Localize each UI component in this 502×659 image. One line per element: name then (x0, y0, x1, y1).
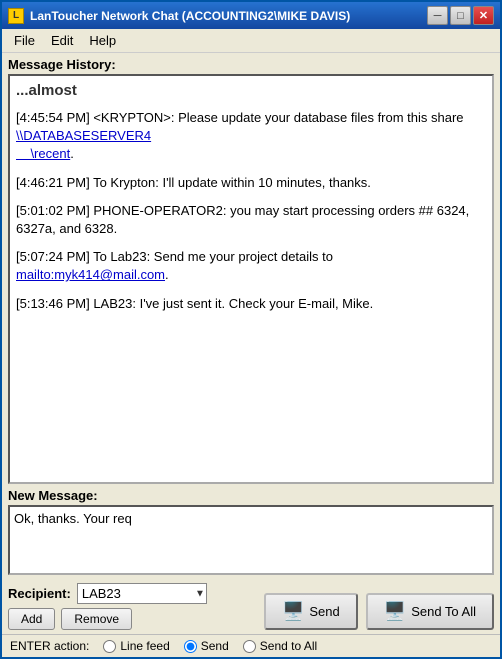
enter-action-sendall-option[interactable]: Send to All (243, 639, 317, 653)
menu-edit[interactable]: Edit (43, 31, 81, 50)
enter-action-label: ENTER action: (10, 639, 89, 653)
message-entry-5: [5:13:46 PM] LAB23: I've just sent it. C… (16, 295, 486, 313)
title-bar: L LanToucher Network Chat (ACCOUNTING2\M… (2, 2, 500, 29)
enter-linefeed-label: Line feed (120, 639, 169, 653)
enter-send-radio[interactable] (184, 640, 197, 653)
send-to-all-button[interactable]: 🖥️ Send To All (366, 593, 494, 630)
enter-sendall-radio[interactable] (243, 640, 256, 653)
recipient-combo-wrapper: LAB23 KRYPTON PHONE-OPERATOR2 All ▼ (77, 583, 207, 604)
msg5-text: [5:13:46 PM] LAB23: I've just sent it. C… (16, 296, 373, 311)
app-icon: L (8, 8, 24, 24)
send-all-icon: 🖥️ (384, 601, 406, 622)
enter-linefeed-radio[interactable] (103, 640, 116, 653)
remove-button[interactable]: Remove (61, 608, 132, 630)
send-button-label: Send (309, 604, 339, 619)
message-history-label: Message History: (8, 57, 494, 72)
send-button[interactable]: 🖥️ Send (264, 593, 358, 630)
message-entry-2: [4:46:21 PM] To Krypton: I'll update wit… (16, 174, 486, 192)
bottom-controls: Recipient: LAB23 KRYPTON PHONE-OPERATOR2… (8, 583, 494, 630)
right-controls: 🖥️ Send 🖥️ Send To All (264, 593, 494, 630)
add-button[interactable]: Add (8, 608, 55, 630)
menu-help[interactable]: Help (81, 31, 124, 50)
msg2-text: [4:46:21 PM] To Krypton: I'll update wit… (16, 175, 371, 190)
message-entry-1: [4:45:54 PM] <KRYPTON>: Please update yo… (16, 109, 486, 164)
recipient-row: Recipient: LAB23 KRYPTON PHONE-OPERATOR2… (8, 583, 207, 604)
new-message-label: New Message: (8, 488, 494, 503)
left-controls: Recipient: LAB23 KRYPTON PHONE-OPERATOR2… (8, 583, 207, 630)
recipient-label: Recipient: (8, 586, 71, 601)
main-window: L LanToucher Network Chat (ACCOUNTING2\M… (0, 0, 502, 659)
maximize-button[interactable]: □ (450, 6, 471, 25)
menu-bar: File Edit Help (2, 29, 500, 53)
msg1-link[interactable]: \\DATABASESERVER4 \recent (16, 128, 151, 161)
new-message-section: New Message: Ok, thanks. Your req (8, 488, 494, 575)
add-remove-row: Add Remove (8, 608, 207, 630)
enter-action-linefeed-option[interactable]: Line feed (103, 639, 169, 653)
close-button[interactable]: ✕ (473, 6, 494, 25)
msg4-text: [5:07:24 PM] To Lab23: Send me your proj… (16, 249, 333, 264)
enter-sendall-label: Send to All (260, 639, 317, 653)
title-bar-left: L LanToucher Network Chat (ACCOUNTING2\M… (8, 8, 350, 24)
msg4-link[interactable]: mailto:myk414@mail.com (16, 267, 165, 282)
main-content: Message History: ...almost [4:45:54 PM] … (2, 53, 500, 634)
message-entry-3: [5:01:02 PM] PHONE-OPERATOR2: you may st… (16, 202, 486, 238)
new-message-input[interactable]: Ok, thanks. Your req (8, 505, 494, 575)
window-title: LanToucher Network Chat (ACCOUNTING2\MIK… (30, 9, 350, 23)
enter-send-label: Send (201, 639, 229, 653)
msg1-suffix: . (70, 146, 74, 161)
send-to-all-button-label: Send To All (411, 604, 476, 619)
enter-action-bar: ENTER action: Line feed Send Send to All (2, 634, 500, 657)
msg3-text: [5:01:02 PM] PHONE-OPERATOR2: you may st… (16, 203, 469, 236)
menu-file[interactable]: File (6, 31, 43, 50)
msg-almost-text: ...almost (16, 80, 486, 101)
title-buttons: ─ □ ✕ (427, 6, 494, 25)
message-history-area[interactable]: ...almost [4:45:54 PM] <KRYPTON>: Please… (8, 74, 494, 484)
enter-action-send-option[interactable]: Send (184, 639, 229, 653)
recipient-select[interactable]: LAB23 KRYPTON PHONE-OPERATOR2 All (77, 583, 207, 604)
message-history-container: Message History: ...almost [4:45:54 PM] … (8, 57, 494, 484)
minimize-button[interactable]: ─ (427, 6, 448, 25)
msg1-text: [4:45:54 PM] <KRYPTON>: Please update yo… (16, 110, 464, 125)
msg4-suffix: . (165, 267, 169, 282)
message-entry-4: [5:07:24 PM] To Lab23: Send me your proj… (16, 248, 486, 284)
send-icon: 🖥️ (282, 601, 304, 622)
